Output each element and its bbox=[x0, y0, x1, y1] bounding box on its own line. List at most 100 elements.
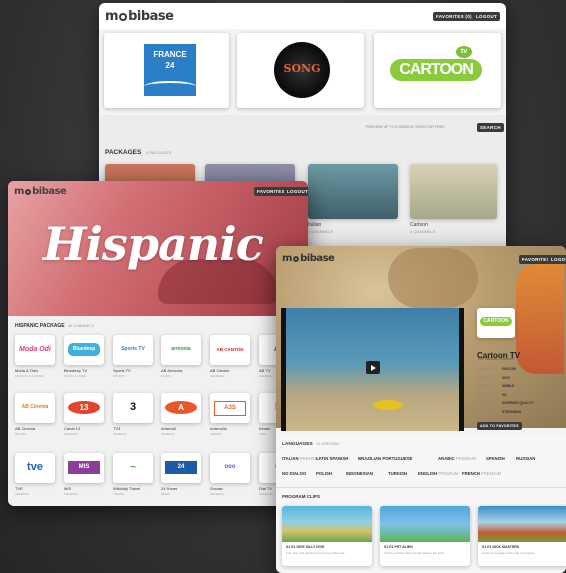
channel-tile[interactable]: A bbox=[161, 393, 201, 423]
language-name: LATIN SPANISH bbox=[316, 456, 349, 461]
language-tag: PREMIUM bbox=[438, 471, 459, 476]
channel-logo: A bbox=[165, 401, 197, 414]
language-item[interactable]: RUSSIAN bbox=[516, 456, 535, 461]
language-item[interactable]: INDONESIAN bbox=[346, 471, 373, 476]
package-title-italian: Italian bbox=[308, 222, 322, 228]
language-name: SPANISH bbox=[486, 456, 505, 461]
clip-title: S1 E1 NICK MASTERS bbox=[482, 545, 520, 549]
song-logo-text: SONG bbox=[283, 62, 321, 75]
package-sub-italian: 2 CHANNELS bbox=[308, 229, 334, 234]
channel-tile[interactable]: 24 bbox=[161, 453, 201, 483]
channel-subtitle: The cartoon channel bbox=[477, 356, 514, 361]
channel-tile[interactable]: Sports TV bbox=[113, 335, 153, 365]
channel-logo: ooo bbox=[224, 464, 236, 470]
channel-tile[interactable]: ~ bbox=[113, 453, 153, 483]
channel-tile[interactable]: Moda Odio bbox=[15, 335, 55, 365]
language-item[interactable]: LATIN SPANISH bbox=[316, 456, 348, 461]
channel-tile[interactable]: 3 bbox=[113, 393, 153, 423]
language-name: ENGLISH bbox=[418, 471, 438, 476]
language-item[interactable]: ENGLISHPREMIUM bbox=[418, 471, 458, 476]
video-player[interactable] bbox=[281, 308, 464, 431]
channel-category: GENERAL bbox=[64, 432, 79, 436]
channel-category: TRAVEL bbox=[113, 492, 125, 496]
channel-category: GENERAL bbox=[161, 432, 176, 436]
info-value: KIDS bbox=[502, 375, 510, 380]
channel-name: Dial TV bbox=[259, 486, 273, 491]
channel-logo: Sports TV bbox=[121, 346, 145, 352]
info-value: ENGLISH bbox=[502, 367, 517, 371]
info-value: SUPERIOR QUALITY bbox=[502, 401, 534, 405]
packages-count: 8 PACKAGES bbox=[146, 150, 172, 155]
window-hispanic: m bibase FAVORITES LOGOUT Hispanic HISPAN… bbox=[8, 181, 308, 506]
language-name: INDONESIAN bbox=[346, 471, 373, 476]
language-item[interactable]: ITALIANPREMIUM bbox=[282, 456, 320, 461]
channel-category: GENERAL bbox=[64, 492, 79, 496]
logout-button[interactable]: LOGOUT bbox=[284, 187, 308, 196]
language-item[interactable]: FRENCHPREMIUM bbox=[462, 471, 501, 476]
language-name: BRAZILIAN PORTUGUESE bbox=[358, 456, 413, 461]
language-item[interactable]: ARABICPREMIUM bbox=[438, 456, 476, 461]
channel-logo: armonía bbox=[171, 346, 191, 352]
language-item[interactable]: POLISH bbox=[316, 471, 332, 476]
package-title-cartoon: Cartoon bbox=[410, 222, 428, 228]
channel-name: Moda & Odio bbox=[15, 368, 39, 373]
cartoon-logo-text: CARTOON bbox=[390, 59, 482, 81]
info-label: GENRE bbox=[477, 375, 489, 380]
channel-tile[interactable]: Bluedeep bbox=[64, 335, 104, 365]
channel-tile[interactable]: AB CANTÓN bbox=[210, 335, 250, 365]
favorites-button[interactable]: FAVORITES (0) bbox=[433, 12, 475, 21]
channel-tile[interactable]: AB Cinema bbox=[15, 393, 55, 423]
channel-tile[interactable]: ooo bbox=[210, 453, 250, 483]
channel-category: GENERAL bbox=[113, 432, 128, 436]
channel-category: MUSIC & MORE bbox=[64, 374, 87, 378]
channel-category: MUSIC bbox=[161, 374, 171, 378]
logout-button[interactable]: LOGOUT bbox=[548, 255, 566, 264]
channel-category: GENERAL bbox=[210, 492, 225, 496]
package-card-italian[interactable] bbox=[308, 164, 398, 219]
app-logo[interactable]: m bibase bbox=[105, 9, 174, 24]
banner-cartoon[interactable]: tv CARTOON bbox=[374, 33, 501, 108]
info-label: TYPE bbox=[477, 409, 486, 414]
banner-song[interactable]: SONG bbox=[237, 33, 364, 108]
package-card-cartoon[interactable] bbox=[410, 164, 497, 219]
language-tag: PREMIUM bbox=[480, 471, 502, 476]
clip-description: Tommy and his alien friends explore the … bbox=[384, 551, 445, 555]
channel-tile[interactable]: tve bbox=[15, 453, 55, 483]
cartoon-tv-badge: tv bbox=[456, 46, 472, 58]
language-item[interactable]: NO DIALOG bbox=[282, 471, 306, 476]
logout-button[interactable]: LOGOUT bbox=[473, 12, 501, 21]
channel-category: GENERAL bbox=[259, 374, 274, 378]
clip-card[interactable]: S1 E1 PET ALIEN Tommy and his alien frien… bbox=[380, 506, 470, 566]
channel-category: LIFESTYLE & MORE bbox=[15, 374, 44, 378]
clip-title: S1 E1 PET ALIEN bbox=[384, 545, 413, 549]
language-item[interactable]: TURKISH bbox=[388, 471, 407, 476]
clip-card[interactable]: S1 E1 DIVE SILLY DIVE Fun, fish, and colo… bbox=[282, 506, 372, 566]
channel-tile[interactable]: 13 bbox=[64, 393, 104, 423]
clip-thumbnail bbox=[478, 506, 566, 542]
language-item[interactable]: BRAZILIAN PORTUGUESE bbox=[358, 456, 412, 461]
play-button[interactable] bbox=[366, 361, 380, 374]
app-logo[interactable]: m bibase bbox=[14, 186, 67, 197]
banner-france24[interactable]: FRANCE 24 bbox=[104, 33, 229, 108]
clip-card[interactable]: S1 E1 NICK MASTERS A tale of courage in t… bbox=[478, 506, 566, 566]
channel-name: Antena3 bbox=[161, 426, 176, 431]
search-hint: PREVIEW UP TO 6 SEARCH ITEMS FOR FREE bbox=[366, 125, 445, 129]
channel-thumb: CARTOON bbox=[477, 308, 515, 338]
clip-description: A tale of courage in the land of dragons bbox=[482, 551, 535, 555]
app-logo[interactable]: m bibase bbox=[282, 253, 335, 264]
channel-tile[interactable]: MIS bbox=[64, 453, 104, 483]
add-to-favorites-button[interactable]: ADD TO FAVORITES bbox=[477, 422, 522, 430]
clip-thumbnail bbox=[282, 506, 372, 542]
channel-name: AB TV bbox=[259, 368, 271, 373]
language-item[interactable]: SPANISH bbox=[486, 456, 505, 461]
play-icon bbox=[371, 364, 376, 371]
language-name: TURKISH bbox=[388, 471, 408, 476]
channel-tile[interactable]: A3S bbox=[210, 393, 250, 423]
channel-tile[interactable]: armonía bbox=[161, 335, 201, 365]
search-button[interactable]: SEARCH bbox=[477, 123, 504, 132]
channel-name: 24 Horas bbox=[161, 486, 178, 491]
clip-thumbnail bbox=[380, 506, 470, 542]
language-name: ARABIC bbox=[438, 456, 455, 461]
info-label: FORMAT bbox=[477, 384, 491, 388]
favorites-button[interactable]: FAVORITES bbox=[254, 187, 288, 196]
